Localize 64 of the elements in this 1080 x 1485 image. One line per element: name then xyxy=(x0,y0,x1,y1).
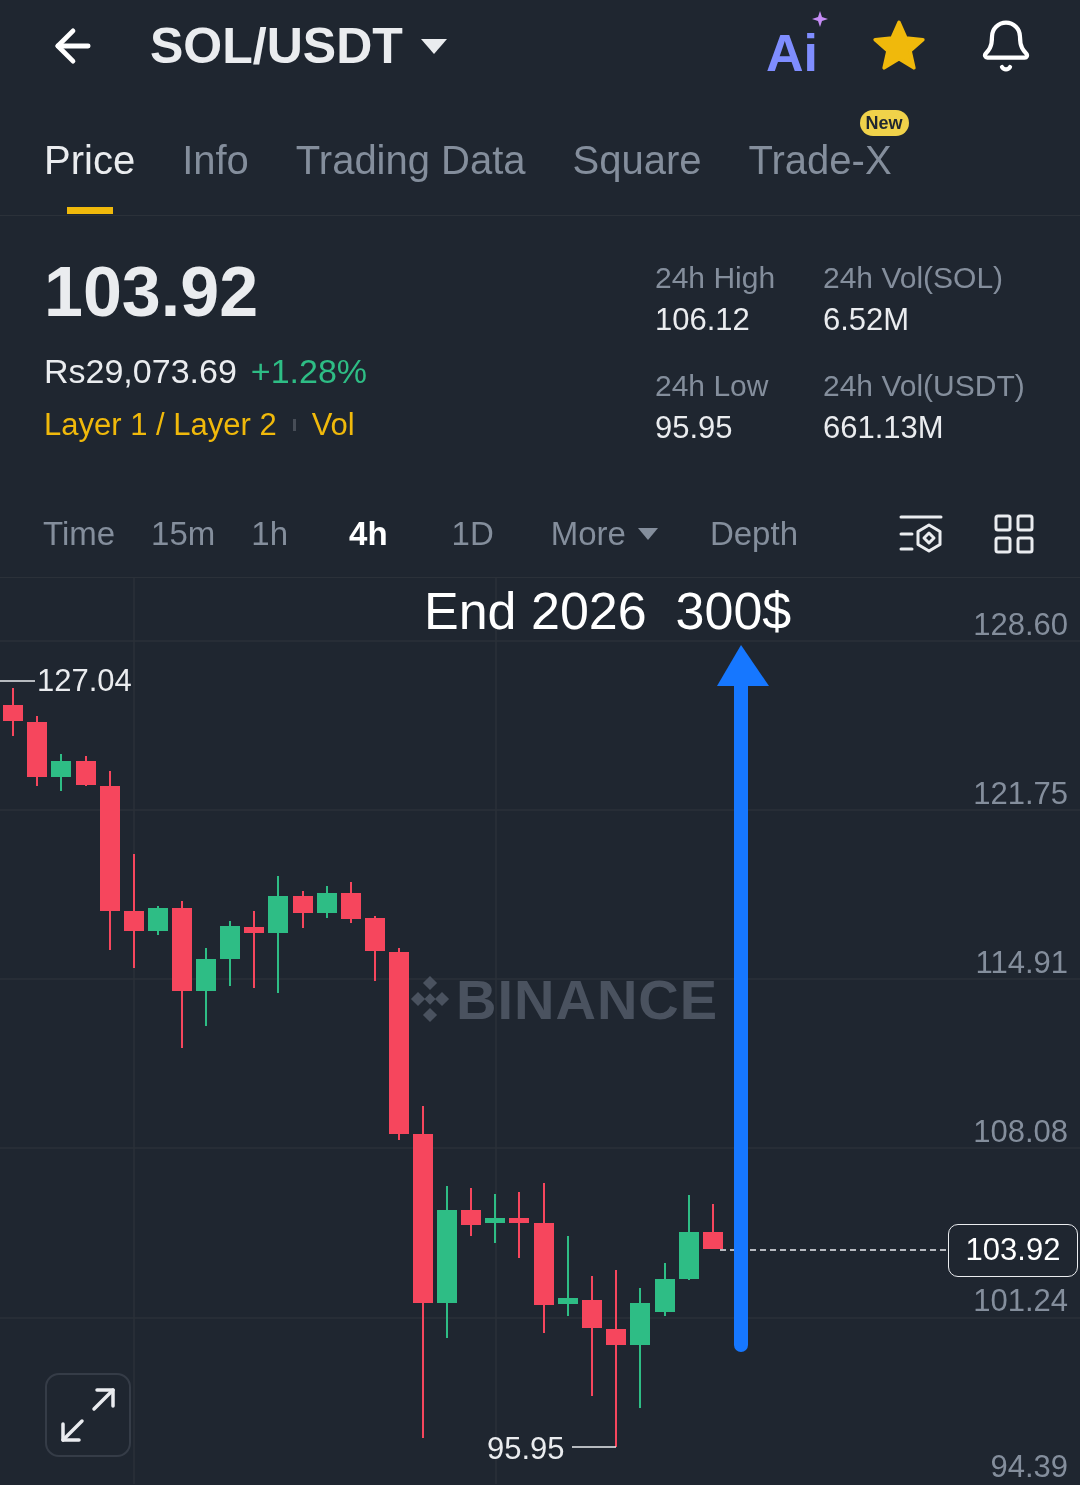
tag-link[interactable]: Layer 1 / Layer 2 xyxy=(44,405,277,445)
fiat-price: Rs29,073.69 xyxy=(44,351,237,392)
y-axis-label: 94.39 xyxy=(990,1450,1068,1484)
low-price-label: 95.95 xyxy=(487,1431,565,1467)
chart-tab[interactable]: Time xyxy=(43,513,116,554)
bearish-candle xyxy=(365,915,385,982)
caret-down-icon xyxy=(420,38,447,54)
star-icon[interactable] xyxy=(872,20,926,72)
bearish-candle xyxy=(341,881,361,924)
stat-label: 24h Vol(SOL) xyxy=(823,260,1005,296)
stat-label: 24h Low xyxy=(655,368,770,404)
caret-down-icon xyxy=(637,527,658,540)
bearish-candle xyxy=(509,1191,529,1259)
stat-label: 24h High xyxy=(655,260,777,296)
bullish-candle xyxy=(51,753,71,792)
last-price: 103.92 xyxy=(44,252,259,332)
bullish-candle xyxy=(655,1262,675,1317)
chart-tab[interactable]: 1h xyxy=(251,513,289,554)
tag-link[interactable]: Vol xyxy=(311,405,355,445)
leader-line xyxy=(0,680,36,682)
y-axis-label: 128.60 xyxy=(973,608,1068,642)
stat-value: 6.52M xyxy=(823,301,911,339)
y-axis-label: 114.91 xyxy=(975,946,1068,980)
chart-tab[interactable]: Depth xyxy=(709,513,798,554)
bullish-candle xyxy=(148,905,168,936)
bearish-candle xyxy=(293,890,313,929)
expand-button[interactable] xyxy=(45,1373,131,1457)
diamond-logo-icon xyxy=(410,975,450,1023)
stat-value: 661.13M xyxy=(823,409,945,447)
tab[interactable]: Info xyxy=(182,138,249,214)
stat-value: 106.12 xyxy=(655,301,751,339)
y-axis-label: 121.75 xyxy=(973,777,1068,811)
indicator-settings-icon[interactable] xyxy=(898,513,944,554)
high-price-label: 127.04 xyxy=(37,663,132,699)
stat-value: 95.95 xyxy=(655,409,734,447)
y-axis-label: 108.08 xyxy=(973,1115,1068,1149)
expand-icon xyxy=(59,1386,117,1444)
tab[interactable]: Square xyxy=(572,138,702,214)
sparkle-icon xyxy=(812,11,828,27)
last-price-tag: 103.92 xyxy=(948,1224,1078,1277)
price-change: +1.28% xyxy=(250,351,368,392)
bearish-candle xyxy=(3,687,23,737)
tab[interactable]: Trade-X xyxy=(748,138,892,214)
y-axis-label: 101.24 xyxy=(973,1284,1068,1318)
bullish-candle xyxy=(317,885,337,919)
leader-line xyxy=(571,1446,617,1448)
bearish-candle xyxy=(76,755,96,787)
bearish-candle xyxy=(461,1187,481,1237)
bullish-candle xyxy=(485,1193,505,1244)
chart-tab[interactable]: 4h xyxy=(349,513,388,554)
annotation-text: End 2026 300$ xyxy=(424,581,792,641)
tab[interactable]: Price xyxy=(44,138,136,214)
ai-assistant-button[interactable]: Ai xyxy=(766,11,828,81)
more-dropdown[interactable]: More xyxy=(550,513,658,554)
bullish-candle xyxy=(220,920,240,987)
stat-label: 24h Vol(USDT) xyxy=(823,368,1025,404)
grid-icon[interactable] xyxy=(994,513,1034,554)
bearish-candle xyxy=(27,715,47,787)
chart-tab[interactable]: 15m xyxy=(151,513,216,554)
tab[interactable]: Trading Data xyxy=(295,138,526,214)
pair-selector[interactable]: SOL/USDT xyxy=(150,17,447,75)
chart-tab[interactable]: 1D xyxy=(451,513,494,554)
new-badge: New xyxy=(859,110,909,136)
bearish-candle xyxy=(703,1203,723,1250)
